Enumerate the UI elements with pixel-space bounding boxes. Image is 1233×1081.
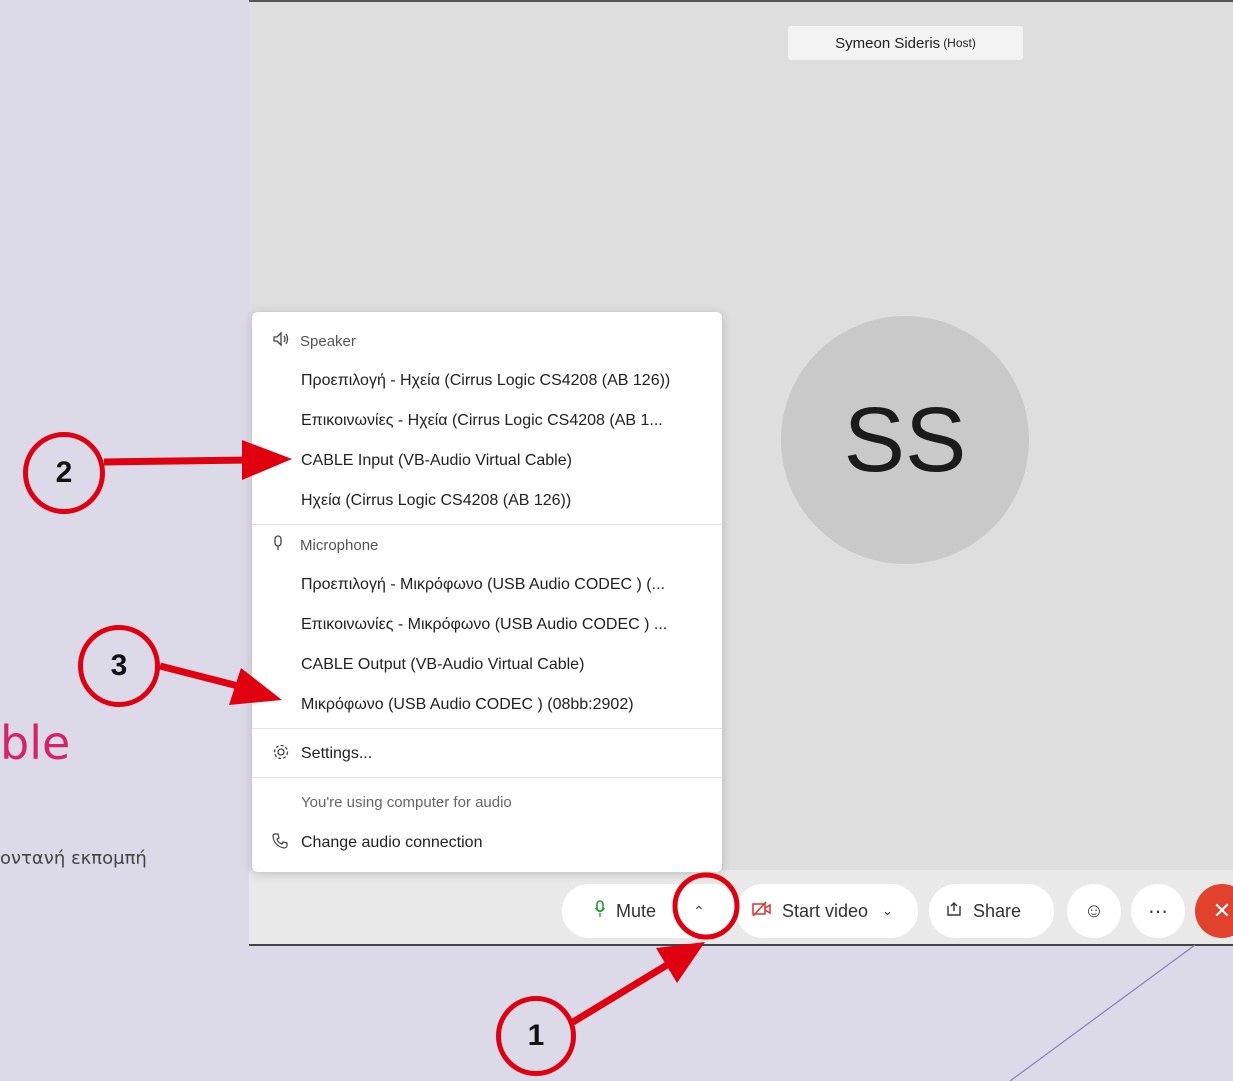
background-slide-title: ble	[0, 716, 71, 770]
background-slide-subtitle: οντανή εκπομπή	[0, 848, 147, 869]
close-icon: ✕	[1212, 898, 1232, 923]
microphone-icon	[272, 535, 300, 555]
emoji-icon: ☺	[1083, 899, 1105, 922]
phone-icon	[272, 832, 301, 854]
speaker-option[interactable]: Επικοινωνίες - Ηχεία (Cirrus Logic CS420…	[301, 408, 663, 434]
annotation-badge-1: 1	[496, 996, 576, 1076]
mute-label: Mute	[616, 900, 657, 921]
menu-divider	[252, 728, 722, 729]
share-icon	[945, 901, 963, 922]
microphone-option[interactable]: Προεπιλογή - Μικρόφωνο (USB Audio CODEC …	[301, 572, 665, 598]
microphone-icon	[594, 899, 606, 923]
host-name: Symeon Sideris	[835, 34, 941, 52]
camera-off-icon	[752, 900, 772, 922]
avatar-initials: SS	[843, 388, 967, 491]
annotation-badge-3: 3	[78, 625, 160, 707]
annotation-arrow-3	[159, 662, 243, 691]
microphone-section-header: Microphone	[272, 533, 378, 557]
settings-menu-item[interactable]: Settings...	[272, 741, 372, 767]
speaker-section-header: Speaker	[272, 329, 356, 353]
participant-avatar: SS	[781, 316, 1029, 564]
meeting-toolbar: Mute ⌃ Start video ⌄ Share ☺ ⋯ ✕	[249, 870, 1233, 944]
speaker-option[interactable]: Προεπιλογή - Ηχεία (Cirrus Logic CS4208 …	[301, 368, 670, 394]
microphone-option[interactable]: Επικοινωνίες - Μικρόφωνο (USB Audio CODE…	[301, 612, 667, 638]
change-audio-connection-item[interactable]: Change audio connection	[272, 830, 482, 856]
chevron-up-icon[interactable]: ⌃	[693, 903, 705, 920]
host-name-tag: Symeon Sideris (Host)	[788, 26, 1023, 60]
speaker-icon	[272, 331, 300, 351]
leave-meeting-button[interactable]: ✕	[1195, 884, 1233, 938]
host-role: (Host)	[943, 36, 976, 50]
microphone-option[interactable]: Μικρόφωνο (USB Audio CODEC ) (08bb:2902)	[301, 692, 634, 718]
annotation-arrow-2	[103, 456, 251, 466]
speaker-option[interactable]: Ηχεία (Cirrus Logic CS4208 (AB 126))	[301, 488, 571, 514]
annotation-arrow-1	[571, 962, 669, 1025]
annotation-arrowhead-1	[656, 942, 705, 983]
share-label: Share	[973, 900, 1022, 921]
speaker-option[interactable]: CABLE Input (VB-Audio Virtual Cable)	[301, 448, 572, 474]
chevron-down-icon[interactable]: ⌄	[882, 903, 893, 919]
start-video-label: Start video	[782, 900, 869, 921]
speaker-header-label: Speaker	[300, 332, 356, 350]
gear-icon	[272, 743, 301, 766]
microphone-header-label: Microphone	[300, 536, 379, 554]
change-audio-label: Change audio connection	[301, 834, 483, 851]
more-options-button[interactable]: ⋯	[1131, 884, 1185, 938]
start-video-button[interactable]: Start video ⌄	[736, 884, 918, 938]
annotation-badge-2: 2	[23, 432, 105, 514]
more-icon: ⋯	[1148, 900, 1168, 923]
menu-divider	[252, 777, 722, 778]
microphone-option[interactable]: CABLE Output (VB-Audio Virtual Cable)	[301, 652, 584, 678]
settings-label: Settings...	[301, 745, 373, 762]
reactions-button[interactable]: ☺	[1067, 884, 1121, 938]
mute-button[interactable]: Mute ⌃	[562, 884, 739, 938]
audio-status-note: You're using computer for audio	[301, 794, 512, 811]
menu-divider	[252, 524, 722, 525]
decorative-line	[1009, 944, 1196, 1081]
share-button[interactable]: Share	[929, 884, 1054, 938]
audio-options-menu: Speaker Προεπιλογή - Ηχεία (Cirrus Logic…	[252, 312, 722, 872]
